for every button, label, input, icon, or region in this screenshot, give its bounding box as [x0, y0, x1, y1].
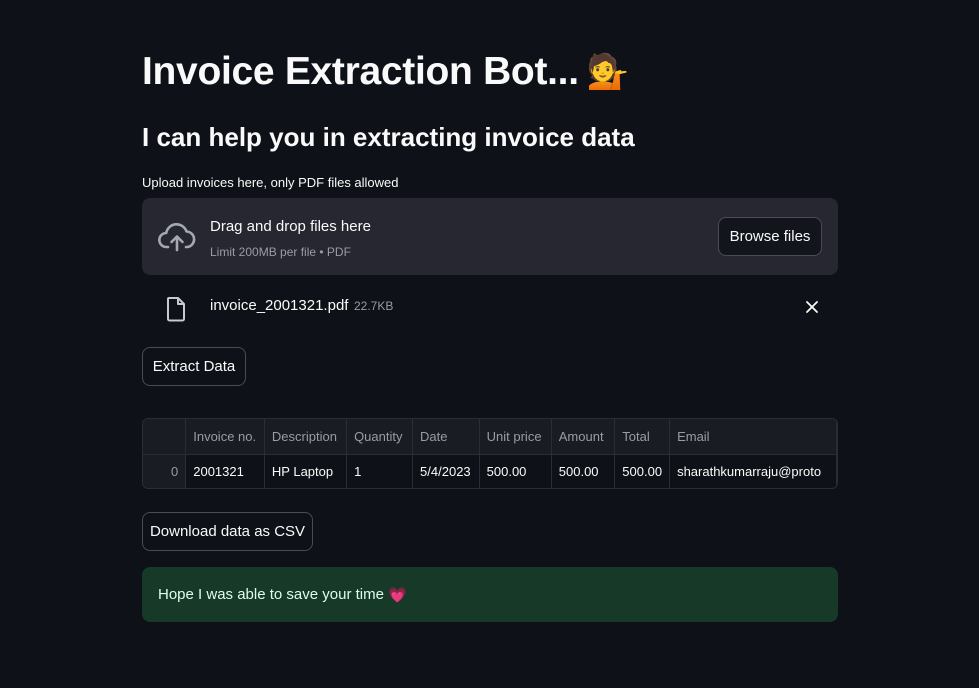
table-cell-index[interactable]: 0: [143, 454, 187, 488]
column-header-amount[interactable]: Amount: [551, 419, 616, 455]
extract-data-button[interactable]: Extract Data: [142, 347, 246, 386]
uploaded-file-size: 22.7KB: [354, 299, 394, 313]
column-header-invoice-no[interactable]: Invoice no.: [185, 419, 265, 455]
dropzone-title: Drag and drop files here: [210, 218, 371, 235]
download-csv-button[interactable]: Download data as CSV: [142, 512, 313, 551]
column-header-description[interactable]: Description: [264, 419, 348, 455]
table-cell-unit-price[interactable]: 500.00: [479, 454, 552, 488]
column-header-quantity[interactable]: Quantity: [346, 419, 414, 455]
close-icon[interactable]: [803, 298, 821, 316]
uploader-label: Upload invoices here, only PDF files all…: [142, 175, 399, 190]
table-header-row: Invoice no. Description Quantity Date Un…: [143, 419, 837, 455]
page-title-text: Invoice Extraction Bot...: [142, 50, 579, 93]
file-icon: [167, 297, 185, 322]
table-cell-invoice-no[interactable]: 2001321: [185, 454, 265, 488]
uploaded-file-row: invoice_2001321.pdf 22.7KB: [142, 292, 838, 324]
table-cell-quantity[interactable]: 1: [346, 454, 414, 488]
dropzone-limit-text: Limit 200MB per file • PDF: [210, 245, 351, 259]
success-message: Hope I was able to save your time: [158, 586, 384, 603]
page-subtitle: I can help you in extracting invoice dat…: [142, 122, 635, 152]
page-title: Invoice Extraction Bot... 💁: [142, 50, 629, 94]
file-dropzone[interactable]: Drag and drop files here Limit 200MB per…: [142, 198, 838, 275]
table-cell-amount[interactable]: 500.00: [551, 454, 616, 488]
browse-files-button[interactable]: Browse files: [718, 217, 822, 256]
person-tipping-hand-emoji: 💁: [586, 53, 629, 91]
heart-emoji: 💗: [387, 586, 407, 604]
table-cell-email[interactable]: sharathkumarraju@proto: [669, 454, 837, 488]
column-header-date[interactable]: Date: [412, 419, 480, 455]
table-cell-total[interactable]: 500.00: [614, 454, 671, 488]
table-row: 0 2001321 HP Laptop 1 5/4/2023 500.00 50…: [143, 454, 837, 488]
uploaded-file-name: invoice_2001321.pdf: [210, 297, 349, 314]
cloud-upload-icon: [158, 223, 196, 252]
column-header-unit-price[interactable]: Unit price: [479, 419, 552, 455]
table-cell-description[interactable]: HP Laptop: [264, 454, 348, 488]
column-header-index[interactable]: [143, 419, 187, 455]
success-alert: Hope I was able to save your time 💗: [142, 567, 838, 622]
column-header-email[interactable]: Email: [669, 419, 837, 455]
invoice-data-table[interactable]: Invoice no. Description Quantity Date Un…: [142, 418, 838, 489]
table-cell-date[interactable]: 5/4/2023: [412, 454, 480, 488]
column-header-total[interactable]: Total: [614, 419, 671, 455]
